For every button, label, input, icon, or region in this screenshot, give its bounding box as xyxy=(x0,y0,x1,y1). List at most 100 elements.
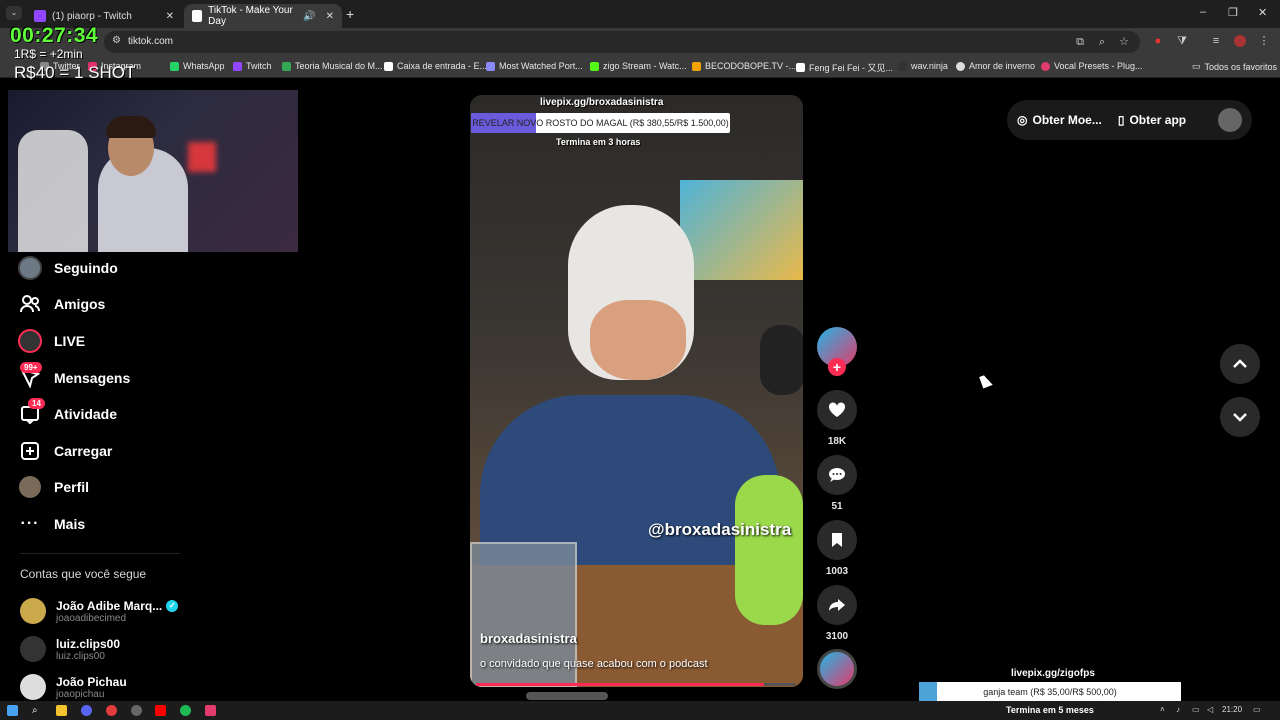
bookmark-item[interactable]: Amor de inverno xyxy=(956,61,1035,71)
minimize-button[interactable]: – xyxy=(1200,6,1206,18)
save-button[interactable] xyxy=(817,520,857,560)
video-plush-toy xyxy=(735,475,803,625)
stream-shot-text: R$40 = 1 SHOT xyxy=(14,63,136,82)
file-explorer-icon[interactable] xyxy=(56,705,67,716)
sidebar-divider xyxy=(20,553,180,554)
followed-account[interactable]: João Adibe Marq... ✓ joaoadibecimed xyxy=(20,594,179,628)
like-button[interactable] xyxy=(817,390,857,430)
notifications-icon[interactable]: ▭ xyxy=(1253,705,1264,716)
bookmark-item[interactable]: Teoria Musical do M... xyxy=(282,61,383,71)
browser-menu-icon[interactable]: ⋮ xyxy=(1258,35,1270,47)
app-icon[interactable] xyxy=(205,705,216,716)
all-favorites-folder[interactable]: ▭ Todos os favoritos xyxy=(1192,61,1277,72)
user-avatar[interactable] xyxy=(1218,108,1242,132)
video-caption: o convidado que quase acabou com o podca… xyxy=(480,658,708,670)
verified-icon: ✓ xyxy=(166,599,179,612)
sidebar-item-mais[interactable]: ··· Mais xyxy=(18,510,86,538)
bookmark-item[interactable]: wav.ninja xyxy=(898,61,948,71)
vocal-presets-icon xyxy=(1041,61,1050,71)
omnibox[interactable]: ⚙ tiktok.com ⧉ ⌕ ☆ xyxy=(104,31,1140,53)
close-tab-icon[interactable]: ✕ xyxy=(166,11,174,22)
mic-icon[interactable]: ♪ xyxy=(1176,705,1187,716)
following-avatar-icon xyxy=(18,256,42,280)
activity-badge: 14 xyxy=(28,398,45,409)
extensions-icon[interactable]: ⧩ xyxy=(1176,35,1188,47)
close-window-button[interactable]: ✕ xyxy=(1258,6,1267,19)
install-app-icon[interactable]: ⧉ xyxy=(1074,36,1086,48)
phone-icon: ▯ xyxy=(1117,113,1125,127)
activity-icon: 14 xyxy=(18,398,45,426)
tiktok-favicon-icon xyxy=(192,10,203,22)
tab-search-button[interactable]: ⌄ xyxy=(6,6,22,20)
livepix-top-ends: Termina em 3 horas xyxy=(556,137,641,147)
tab-tiktok[interactable]: TikTok - Make Your Day 🔊 ✕ xyxy=(184,4,342,28)
followed-account[interactable]: luiz.clips00 luiz.clips00 xyxy=(20,632,120,666)
site-info-icon[interactable]: ⚙ xyxy=(112,35,121,46)
follow-plus-icon[interactable]: + xyxy=(828,358,846,376)
twitch-icon xyxy=(233,61,242,71)
media-controls-icon[interactable]: ≡ xyxy=(1210,35,1222,47)
sidebar-item-seguindo[interactable]: Seguindo xyxy=(18,254,118,282)
search-icon[interactable]: ⌕ xyxy=(32,705,43,716)
sidebar-item-carregar[interactable]: Carregar xyxy=(18,437,112,465)
address-row: ⚙ tiktok.com ⧉ ⌕ ☆ ● ⧩ ≡ ⋮ xyxy=(0,28,1280,56)
maximize-button[interactable]: ❐ xyxy=(1228,6,1238,19)
next-video-button[interactable] xyxy=(1220,397,1260,437)
sidebar-item-atividade[interactable]: 14 Atividade xyxy=(18,398,117,428)
tab-title: TikTok - Make Your Day xyxy=(208,5,293,27)
youtube-icon[interactable] xyxy=(155,705,166,716)
avatar xyxy=(20,636,46,662)
bookmark-item[interactable]: WhatsApp xyxy=(170,61,225,71)
network-icon[interactable]: ▭ xyxy=(1192,705,1203,716)
new-tab-button[interactable]: + xyxy=(346,6,354,22)
video-progress-bar[interactable] xyxy=(476,683,796,686)
live-icon xyxy=(18,329,42,353)
sidebar-item-mensagens[interactable]: 99+ Mensagens xyxy=(18,362,130,392)
spotify-icon[interactable] xyxy=(180,705,191,716)
extension-record-icon[interactable]: ● xyxy=(1152,35,1164,47)
discord-icon[interactable] xyxy=(81,705,92,716)
tab-audio-icon[interactable]: 🔊 xyxy=(303,11,315,22)
video-author[interactable]: broxadasinistra xyxy=(480,631,577,646)
livepix-bottom-ends: Termina em 5 meses xyxy=(1006,705,1094,715)
twitch-favicon-icon xyxy=(34,10,46,22)
bookmark-star-icon[interactable]: ☆ xyxy=(1118,36,1130,48)
url-text: tiktok.com xyxy=(128,36,174,47)
bookmark-item[interactable]: Twitch xyxy=(233,61,272,71)
previous-video-button[interactable] xyxy=(1220,344,1260,384)
get-app-button[interactable]: ▯ Obter app xyxy=(1118,113,1186,127)
profile-avatar-icon[interactable] xyxy=(1234,35,1246,47)
bookmark-item[interactable]: Vocal Presets - Plug... xyxy=(1041,61,1143,71)
bookmark-item[interactable]: Caixa de entrada - E... xyxy=(384,61,487,71)
feed-scroll-indicator xyxy=(526,692,608,700)
obs-icon[interactable] xyxy=(131,705,142,716)
sidebar-item-live[interactable]: LIVE xyxy=(18,327,85,355)
video-progress-fill xyxy=(476,683,764,686)
tray-chevron-icon[interactable]: ˄ xyxy=(1160,705,1171,716)
sidebar-item-amigos[interactable]: Amigos xyxy=(18,290,105,318)
followed-account[interactable]: João Pichau joaopichau xyxy=(20,670,127,704)
comment-button[interactable] xyxy=(817,455,857,495)
livepix-top-goal-label: REVELAR NOVO ROSTO DO MAGAL (R$ 380,55/R… xyxy=(472,118,729,128)
music-disc-icon[interactable] xyxy=(817,649,857,689)
video-poster-background xyxy=(680,180,803,280)
chrome-icon[interactable] xyxy=(106,705,117,716)
kick-icon xyxy=(590,61,599,71)
amor-icon xyxy=(956,61,965,71)
close-tab-icon[interactable]: ✕ xyxy=(326,11,334,22)
share-button[interactable] xyxy=(817,585,857,625)
windows-start-icon[interactable] xyxy=(7,705,18,716)
volume-icon[interactable]: ◁ xyxy=(1207,705,1218,716)
zoom-icon[interactable]: ⌕ xyxy=(1096,36,1108,48)
gaming-chair xyxy=(18,130,88,252)
bookmark-item[interactable]: Feng Fei Fei - 又见... xyxy=(796,61,893,74)
red-light xyxy=(188,142,216,172)
bookmark-item[interactable]: BECODOBOPE.TV -... xyxy=(692,61,796,71)
video-player[interactable]: @broxadasinistra broxadasinistra o convi… xyxy=(470,95,803,687)
globe-icon xyxy=(486,61,495,71)
bookmark-item[interactable]: zigo Stream - Watc... xyxy=(590,61,687,71)
sidebar-item-perfil[interactable]: Perfil xyxy=(18,473,89,501)
get-coins-button[interactable]: ◎ Obter Moe... xyxy=(1017,113,1102,127)
bookmark-item[interactable]: Most Watched Port... xyxy=(486,61,583,71)
browser-tab-strip: ⌄ (1) piaorp - Twitch ✕ TikTok - Make Yo… xyxy=(0,0,1280,28)
